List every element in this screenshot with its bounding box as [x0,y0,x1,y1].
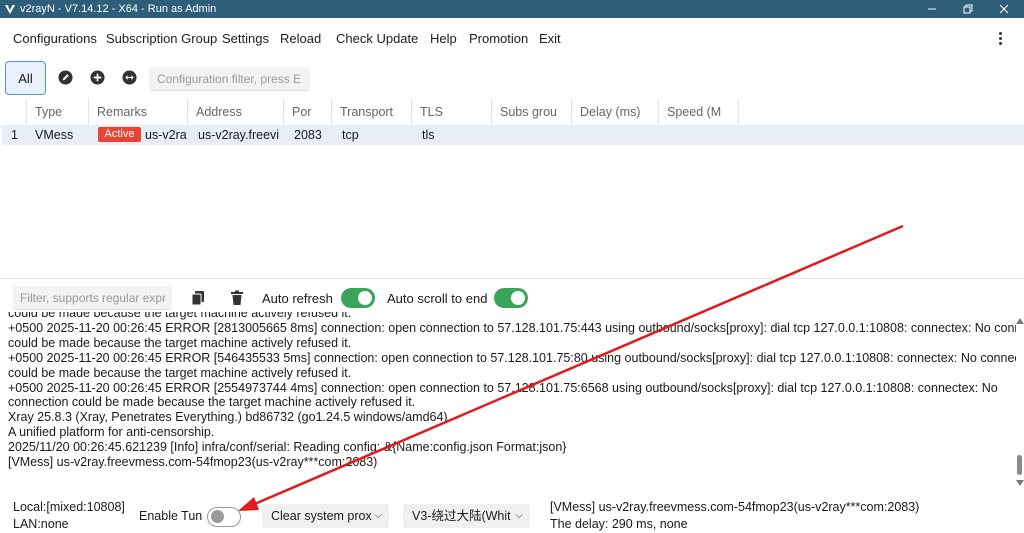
column-header-port[interactable]: Por [284,98,332,126]
filter-all-button[interactable]: All [5,61,46,95]
log-line: Xray 25.8.3 (Xray, Penetrates Everything… [8,410,448,425]
menu-bar: Configurations Subscription Group Settin… [0,18,1024,58]
log-output[interactable]: could be made because the target machine… [8,312,1016,490]
column-header-remarks[interactable]: Remarks [89,98,188,126]
menu-reload[interactable]: Reload [280,31,321,46]
active-badge: Active [98,127,141,142]
menu-subscription-group[interactable]: Subscription Group [106,31,217,46]
row-remarks: us-v2ray [145,128,187,142]
scroll-up-arrow-icon[interactable] [1016,318,1024,324]
menu-check-update[interactable]: Check Update [336,31,418,46]
switch-icon[interactable] [122,70,137,85]
menu-promotion[interactable]: Promotion [469,31,528,46]
routing-dropdown[interactable]: V3-绕过大陆(Whit ⌵ [403,504,530,528]
edit-icon[interactable] [58,70,73,85]
menu-help[interactable]: Help [430,31,457,46]
column-header-type[interactable]: Type [27,98,89,126]
delete-icon[interactable] [230,290,244,306]
auto-refresh-label: Auto refresh [262,291,333,306]
routing-value: V3-绕过大陆(Whit [412,509,511,523]
log-line: [VMess] us-v2ray.freevmess.com-54fmop23(… [8,455,378,470]
scroll-down-arrow-icon[interactable] [1016,480,1024,486]
log-line: could be made because the target machine… [8,312,352,320]
local-port-status: Local:[mixed:10808] [13,500,125,514]
system-proxy-dropdown[interactable]: Clear system prox ⌵ [262,504,389,528]
log-line: +0500 2025-11-20 00:26:45 ERROR [2813005… [8,320,1016,335]
restore-icon[interactable] [948,0,988,18]
log-line: could be made because the target machine… [8,335,352,350]
enable-tun-toggle[interactable] [207,507,241,527]
column-header-transport[interactable]: Transport [332,98,412,126]
system-proxy-value: Clear system prox [271,509,372,523]
column-header-subs-group[interactable]: Subs grou [492,98,572,126]
row-transport: tcp [342,128,359,142]
chevron-down-icon: ⌵ [515,510,523,521]
log-line: +0500 2025-11-20 00:26:45 ERROR [2554973… [8,380,998,395]
configuration-filter-input[interactable] [149,67,310,91]
title-bar: v2rayN - V7.14.12 - X64 - Run as Admin [0,0,1024,18]
auto-scroll-label: Auto scroll to end [387,291,488,306]
enable-tun-label: Enable Tun [139,509,203,523]
row-port: 2083 [294,128,322,142]
panel-divider [0,278,1024,279]
close-icon[interactable] [984,0,1024,18]
copy-icon[interactable] [191,290,205,306]
current-server-status: [VMess] us-v2ray.freevmess.com-54fmop23(… [550,500,920,514]
lan-status: LAN:none [13,517,69,531]
menu-configurations[interactable]: Configurations [13,31,97,46]
auto-refresh-toggle[interactable] [341,288,375,308]
column-header-index [0,98,27,126]
log-line: connection could be made because the tar… [8,395,416,410]
log-line: +0500 2025-11-20 00:26:45 ERROR [5464355… [8,350,1016,365]
auto-scroll-toggle[interactable] [494,288,528,308]
column-header-delay[interactable]: Delay (ms) [572,98,659,126]
row-type: VMess [35,128,74,142]
column-header-tls[interactable]: TLS [412,98,492,126]
log-line: A unified platform for anti-censorship. [8,425,215,440]
v2rayn-logo-icon [5,5,15,14]
window-title: v2rayN - V7.14.12 - X64 - Run as Admin [20,3,217,15]
scrollbar-thumb[interactable] [1017,455,1022,475]
column-header-address[interactable]: Address [188,98,284,126]
more-options-icon[interactable] [992,29,1008,47]
menu-exit[interactable]: Exit [539,31,561,46]
chevron-down-icon: ⌵ [374,510,382,521]
minimize-icon[interactable] [912,0,952,18]
add-icon[interactable] [90,70,105,85]
row-tls: tls [422,128,435,142]
column-header-speed[interactable]: Speed (M [659,98,739,126]
delay-status: The delay: 290 ms, none [550,517,688,531]
log-line: 2025/11/20 00:26:45.621239 [Info] infra/… [8,440,567,455]
menu-settings[interactable]: Settings [222,31,269,46]
log-line: could be made because the target machine… [8,365,352,380]
log-filter-input[interactable] [13,286,172,310]
row-index: 1 [11,128,18,142]
row-address: us-v2ray.freevi [198,128,280,142]
